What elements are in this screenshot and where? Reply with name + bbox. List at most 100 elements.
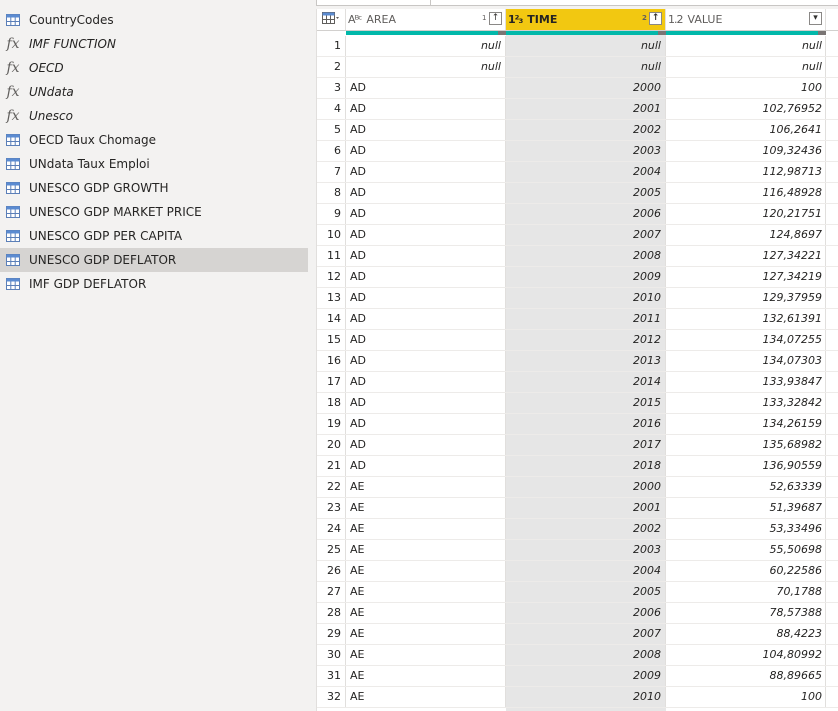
table-row[interactable]: 13 AD 2010 129,37959 (317, 288, 838, 309)
table-row[interactable]: 8 AD 2005 116,48928 (317, 183, 838, 204)
query-item[interactable]: UNESCO GDP MARKET PRICE (0, 200, 308, 224)
cell-area[interactable]: AD (346, 456, 506, 476)
cell-area[interactable]: null (346, 36, 506, 56)
cell-time[interactable]: 2009 (506, 267, 666, 287)
table-row[interactable]: 31 AE 2009 88,89665 (317, 666, 838, 687)
query-item[interactable]: fx OECD (0, 56, 308, 80)
table-menu-button[interactable] (317, 9, 346, 30)
cell-time[interactable]: 2009 (506, 666, 666, 686)
cell-area[interactable]: AD (346, 120, 506, 140)
cell-area[interactable]: AD (346, 225, 506, 245)
cell-time[interactable]: 2012 (506, 330, 666, 350)
cell-time[interactable]: 2008 (506, 645, 666, 665)
cell-area[interactable]: AD (346, 141, 506, 161)
cell-value[interactable]: 133,32842 (666, 393, 826, 413)
cell-time[interactable]: 2000 (506, 78, 666, 98)
cell-time[interactable]: 2017 (506, 435, 666, 455)
cell-value[interactable]: 124,8697 (666, 225, 826, 245)
cell-area[interactable]: AE (346, 624, 506, 644)
cell-area[interactable]: AD (346, 288, 506, 308)
table-row[interactable]: 5 AD 2002 106,2641 (317, 120, 838, 141)
table-row[interactable]: 12 AD 2009 127,34219 (317, 267, 838, 288)
cell-time[interactable]: 2003 (506, 141, 666, 161)
cell-area[interactable]: AD (346, 372, 506, 392)
cell-area[interactable]: AE (346, 519, 506, 539)
cell-value[interactable]: 70,1788 (666, 582, 826, 602)
row-number[interactable]: 31 (317, 666, 346, 686)
table-row[interactable]: 7 AD 2004 112,98713 (317, 162, 838, 183)
cell-area[interactable]: AE (346, 582, 506, 602)
cell-value[interactable]: 132,61391 (666, 309, 826, 329)
column-header-time[interactable]: 1²₃ TIME 2 ↑ (506, 9, 666, 30)
table-row[interactable]: 1 null null null (317, 36, 838, 57)
cell-time[interactable]: 2007 (506, 225, 666, 245)
table-row[interactable]: 30 AE 2008 104,80992 (317, 645, 838, 666)
column-header-value[interactable]: 1.2 VALUE ▾ (666, 9, 826, 30)
cell-time[interactable]: 2006 (506, 603, 666, 623)
row-number[interactable]: 3 (317, 78, 346, 98)
row-number[interactable]: 12 (317, 267, 346, 287)
cell-area[interactable]: AD (346, 309, 506, 329)
cell-area[interactable]: AD (346, 414, 506, 434)
cell-time[interactable]: 2016 (506, 414, 666, 434)
cell-time[interactable]: null (506, 36, 666, 56)
table-row[interactable]: 18 AD 2015 133,32842 (317, 393, 838, 414)
table-row[interactable]: 28 AE 2006 78,57388 (317, 603, 838, 624)
row-number[interactable]: 29 (317, 624, 346, 644)
row-number[interactable]: 28 (317, 603, 346, 623)
table-row[interactable]: 17 AD 2014 133,93847 (317, 372, 838, 393)
row-number[interactable]: 2 (317, 57, 346, 77)
table-row[interactable]: 11 AD 2008 127,34221 (317, 246, 838, 267)
cell-value[interactable]: null (666, 36, 826, 56)
cell-time[interactable]: 2004 (506, 561, 666, 581)
row-number[interactable]: 19 (317, 414, 346, 434)
row-number[interactable]: 22 (317, 477, 346, 497)
cell-value[interactable]: 109,32436 (666, 141, 826, 161)
row-number[interactable]: 16 (317, 351, 346, 371)
row-number[interactable]: 23 (317, 498, 346, 518)
cell-value[interactable]: 127,34221 (666, 246, 826, 266)
sort-ascending-icon[interactable]: ↑ (489, 12, 502, 25)
query-item[interactable]: fx IMF FUNCTION (0, 32, 308, 56)
table-row[interactable]: 21 AD 2018 136,90559 (317, 456, 838, 477)
formula-bar[interactable] (430, 0, 838, 6)
cell-value[interactable]: 60,22586 (666, 561, 826, 581)
cell-area[interactable]: AE (346, 477, 506, 497)
filter-dropdown-icon[interactable]: ▾ (809, 12, 822, 25)
cell-area[interactable]: AD (346, 351, 506, 371)
table-row[interactable]: 19 AD 2016 134,26159 (317, 414, 838, 435)
query-item[interactable]: UNdata Taux Emploi (0, 152, 308, 176)
cell-time[interactable]: 2006 (506, 204, 666, 224)
table-row[interactable]: 32 AE 2010 100 (317, 687, 838, 708)
cell-area[interactable]: AD (346, 78, 506, 98)
cell-time[interactable]: 2002 (506, 120, 666, 140)
cell-time[interactable]: 2014 (506, 372, 666, 392)
cell-area[interactable]: AE (346, 666, 506, 686)
query-item[interactable]: CountryCodes (0, 8, 308, 32)
row-number[interactable]: 15 (317, 330, 346, 350)
row-number[interactable]: 18 (317, 393, 346, 413)
cell-value[interactable]: 102,76952 (666, 99, 826, 119)
row-number[interactable]: 25 (317, 540, 346, 560)
table-row[interactable]: 24 AE 2002 53,33496 (317, 519, 838, 540)
cell-value[interactable]: 136,90559 (666, 456, 826, 476)
cell-area[interactable]: AE (346, 687, 506, 707)
cell-value[interactable]: 127,34219 (666, 267, 826, 287)
cell-value[interactable]: 52,63339 (666, 477, 826, 497)
cell-value[interactable]: 106,2641 (666, 120, 826, 140)
sort-ascending-icon[interactable]: ↑ (649, 12, 662, 25)
cell-time[interactable]: null (506, 57, 666, 77)
row-number[interactable]: 32 (317, 687, 346, 707)
cell-value[interactable]: 116,48928 (666, 183, 826, 203)
query-item[interactable]: UNESCO GDP GROWTH (0, 176, 308, 200)
row-number[interactable]: 8 (317, 183, 346, 203)
cell-value[interactable]: 51,39687 (666, 498, 826, 518)
row-number[interactable]: 30 (317, 645, 346, 665)
text-type-icon[interactable]: Aᴮᶜ (348, 13, 362, 26)
cell-time[interactable]: 2015 (506, 393, 666, 413)
cell-area[interactable]: AD (346, 435, 506, 455)
cell-time[interactable]: 2003 (506, 540, 666, 560)
query-item[interactable]: OECD Taux Chomage (0, 128, 308, 152)
cell-value[interactable]: 134,26159 (666, 414, 826, 434)
row-number[interactable]: 11 (317, 246, 346, 266)
